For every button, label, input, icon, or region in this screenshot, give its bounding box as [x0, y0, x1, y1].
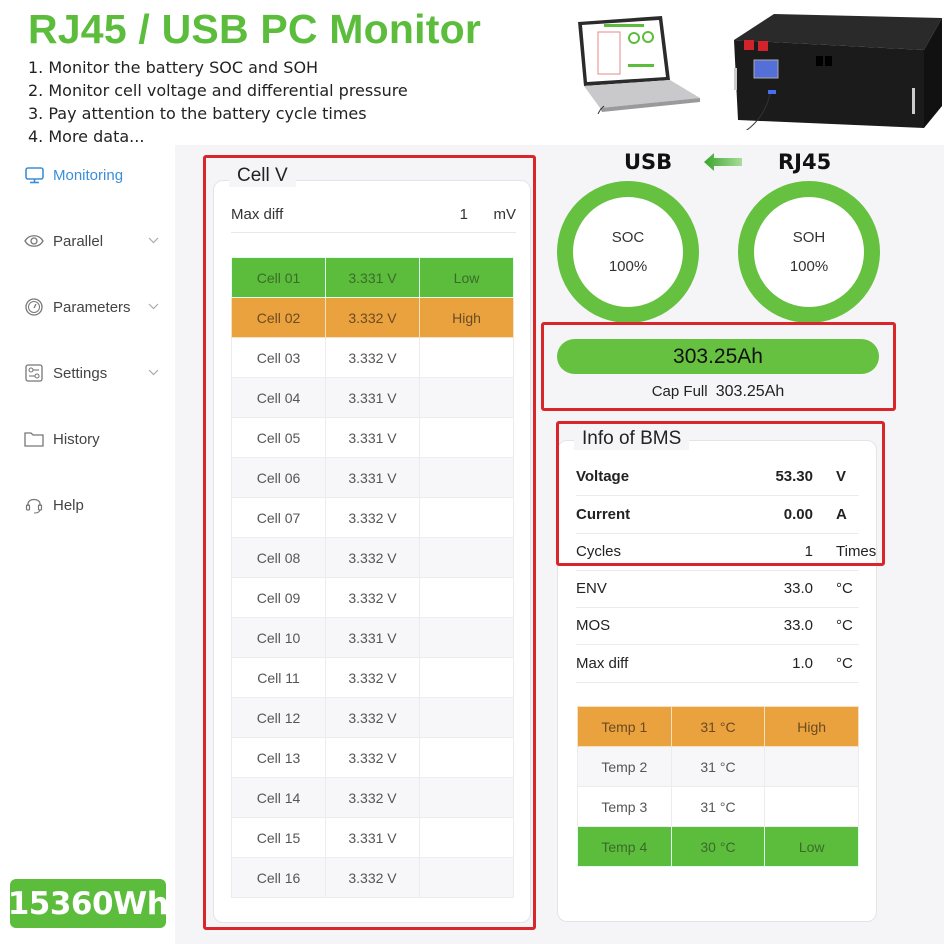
sidebar-item-label: Settings [53, 364, 108, 382]
monitor-icon [24, 165, 44, 185]
feature-item: 3. Pay attention to the battery cycle ti… [28, 104, 367, 123]
bms-row-label: MOS [576, 617, 611, 634]
sidebar: Monitoring Parallel Parameters Settings … [0, 145, 175, 845]
temp-row: Temp 2 31 °C [577, 746, 859, 787]
chevron-down-icon[interactable] [148, 301, 160, 313]
soc-value: 100% [608, 258, 648, 275]
bms-row-unit: °C [836, 617, 853, 634]
temp-name: Temp 2 [577, 746, 672, 787]
arrow-left-icon [704, 153, 742, 171]
battery-illustration [734, 14, 942, 130]
feature-item: 2. Monitor cell voltage and differential… [28, 81, 408, 100]
sidebar-item-help[interactable]: Help [24, 495, 160, 515]
energy-capacity-badge: 15360Wh [8, 879, 169, 928]
temp-row: Temp 1 31 °C High [577, 706, 859, 747]
folder-icon [24, 429, 44, 449]
feature-item: 1. Monitor the battery SOC and SOH [28, 58, 319, 77]
sidebar-item-label: Monitoring [53, 166, 124, 184]
bms-row-value: 33.0 [783, 580, 813, 597]
temp-name: Temp 1 [577, 706, 672, 747]
sliders-icon [24, 363, 44, 383]
headset-icon [24, 495, 44, 515]
temp-status: Low [764, 826, 859, 867]
sidebar-item-label: Help [53, 496, 84, 514]
headline-title: RJ45 / USB PC Monitor [28, 6, 481, 52]
temp-status [764, 786, 859, 827]
highlight-box-cells [203, 155, 536, 930]
soh-value: 100% [789, 258, 829, 275]
bms-row-unit: °C [836, 580, 853, 597]
sidebar-item-label: History [53, 430, 100, 448]
temp-value: 31 °C [670, 746, 766, 787]
chevron-down-icon[interactable] [148, 367, 160, 379]
usb-label: USB [624, 150, 673, 174]
temp-row: Temp 4 30 °C Low [577, 826, 859, 867]
soc-label: SOC [611, 229, 645, 246]
temp-value: 31 °C [670, 786, 766, 827]
sidebar-item-parallel[interactable]: Parallel [24, 231, 160, 251]
soh-gauge: SOH 100% [738, 181, 880, 323]
bms-row-value: 33.0 [783, 617, 813, 634]
bms-row-env: ENV 33.0 °C [576, 571, 859, 608]
soh-label: SOH [792, 229, 826, 246]
bms-row-label: Max diff [576, 655, 629, 672]
highlight-box-bms [556, 421, 885, 566]
sidebar-item-parameters[interactable]: Parameters [24, 297, 160, 317]
gauge-icon [24, 297, 44, 317]
temp-name: Temp 3 [577, 786, 672, 827]
highlight-box-capacity [541, 322, 896, 411]
sidebar-item-settings[interactable]: Settings [24, 363, 160, 383]
bms-row-label: ENV [576, 580, 607, 597]
eye-icon [24, 231, 44, 251]
bms-row-max-diff: Max diff 1.0 °C [576, 646, 859, 683]
temp-value: 30 °C [670, 826, 766, 867]
temp-status: High [764, 706, 859, 747]
bms-row-value: 1.0 [792, 655, 813, 672]
temp-value: 31 °C [670, 706, 766, 747]
bms-row-unit: °C [836, 655, 853, 672]
sidebar-item-history[interactable]: History [24, 429, 160, 449]
laptop-illustration [578, 16, 700, 114]
sidebar-item-label: Parallel [53, 232, 104, 250]
sidebar-item-label: Parameters [53, 298, 131, 316]
bms-row-mos: MOS 33.0 °C [576, 608, 859, 645]
temp-name: Temp 4 [577, 826, 672, 867]
rj45-label: RJ45 [778, 150, 832, 174]
feature-list: 1. Monitor the battery SOC and SOH 2. Mo… [28, 56, 408, 148]
soc-gauge: SOC 100% [557, 181, 699, 323]
chevron-down-icon[interactable] [148, 235, 160, 247]
temp-row: Temp 3 31 °C [577, 786, 859, 827]
temperature-table: Temp 1 31 °C High Temp 2 31 °C Temp 3 31 °C Tem… [577, 706, 859, 867]
sidebar-item-monitoring[interactable]: Monitoring [24, 165, 160, 185]
temp-status [764, 746, 859, 787]
